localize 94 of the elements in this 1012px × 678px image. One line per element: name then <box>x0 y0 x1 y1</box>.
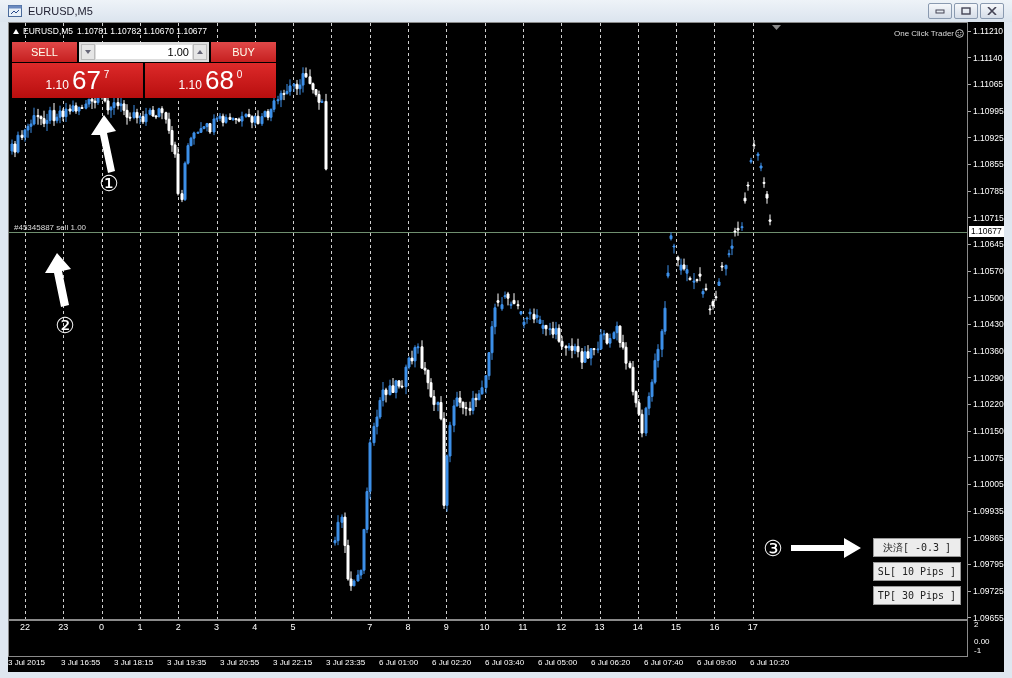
maximize-button[interactable] <box>954 3 978 19</box>
time-axis-label: 6 Jul 01:00 <box>379 658 419 667</box>
sell-button[interactable]: SELL <box>12 42 77 62</box>
ohlc-values: 1.10781 1.10782 1.10670 1.10677 <box>77 26 208 36</box>
price-axis-label: 1.09795 <box>973 559 1004 570</box>
price-axis-label: 1.10715 <box>973 212 1004 223</box>
time-axis-label: 6 Jul 09:00 <box>697 658 737 667</box>
price-axis-label: 1.10290 <box>973 372 1004 383</box>
price-axis-label: 1.10925 <box>973 132 1004 143</box>
price-axis-label: 1.11210 <box>973 26 1004 36</box>
hour-label: 5 <box>290 622 296 632</box>
hour-label: 15 <box>671 622 682 632</box>
price-axis-label: 1.10005 <box>973 479 1004 490</box>
time-axis-label: 6 Jul 07:40 <box>644 658 684 667</box>
price-axis-label: 1.11065 <box>973 79 1004 90</box>
hour-label: 9 <box>443 622 449 632</box>
indicator-axis-label: 2 <box>974 620 979 629</box>
time-axis-label: 6 Jul 10:20 <box>750 658 790 667</box>
price-axis-label: 1.09865 <box>973 532 1004 543</box>
close-icon <box>987 7 997 15</box>
annotation-arrow <box>91 115 116 173</box>
buy-price-button[interactable]: 1.10 68$^{0}$ <box>145 63 276 98</box>
maximize-icon <box>961 7 971 15</box>
annotation-arrow <box>45 253 71 307</box>
price-axis-label: 1.10360 <box>973 346 1004 357</box>
indicator-axis-label: -1 <box>974 646 983 655</box>
action-button[interactable]: SL[ 10 Pips ] <box>873 562 961 581</box>
hour-label: 11 <box>518 622 528 632</box>
hour-label: 17 <box>747 622 758 632</box>
lot-up-button[interactable] <box>193 44 207 60</box>
up-triangle-icon <box>197 50 203 54</box>
annotation-arrow <box>791 538 861 558</box>
minimize-icon <box>935 7 945 15</box>
time-axis-label: 3 Jul 20:55 <box>220 658 260 667</box>
window-title: EURUSD,M5 <box>28 5 93 17</box>
price-axis-label: 1.10995 <box>973 106 1004 116</box>
triangle-icon[interactable] <box>772 25 781 30</box>
annotation-number: ① <box>99 173 119 195</box>
time-axis-label: 3 Jul 16:55 <box>61 658 101 667</box>
price-axis-label: 1.10855 <box>973 159 1004 170</box>
buy-button[interactable]: BUY <box>211 42 276 62</box>
annotation-number: ③ <box>763 538 783 560</box>
close-button[interactable] <box>980 3 1004 19</box>
triangle-icon[interactable] <box>13 28 19 34</box>
lot-down-button[interactable] <box>81 44 95 60</box>
price-axis-label: 1.10075 <box>973 452 1004 463</box>
hour-label: 13 <box>594 622 605 632</box>
time-axis-label: 3 Jul 18:15 <box>114 658 154 667</box>
price-axis-label: 1.10570 <box>973 266 1004 277</box>
hour-label: 14 <box>632 622 643 632</box>
price-axis-label: 1.09725 <box>973 586 1004 597</box>
hour-label: 3 <box>214 622 219 632</box>
one-click-trader-label: One Click Trader <box>893 29 954 38</box>
hour-label: 7 <box>367 622 373 632</box>
chart-symbol: EURUSD,M5 <box>23 26 74 36</box>
price-axis-label: 1.10430 <box>973 319 1004 330</box>
action-button[interactable]: TP[ 30 Pips ] <box>873 586 961 605</box>
time-axis-label: 3 Jul 22:15 <box>273 658 313 667</box>
hour-label: 10 <box>479 622 490 632</box>
time-axis-label: 3 Jul 19:35 <box>167 658 207 667</box>
price-axis-label: 1.09935 <box>973 506 1004 517</box>
hour-label: 2 <box>175 622 181 632</box>
chart-window-icon <box>8 5 22 17</box>
hour-label: 8 <box>405 622 411 632</box>
price-axis-label: 1.10785 <box>973 186 1004 197</box>
price-axis-label: 1.09655 <box>973 612 1004 623</box>
time-axis-label: 6 Jul 05:00 <box>538 658 578 667</box>
time-axis-label: 6 Jul 06:20 <box>591 658 631 667</box>
time-axis-label: 6 Jul 02:20 <box>432 658 472 667</box>
time-axis-label: 3 Jul 2015 <box>8 658 45 667</box>
hour-label: 23 <box>58 622 69 632</box>
current-price-label: 1.10677 <box>969 226 1004 237</box>
hour-label: 22 <box>20 622 30 632</box>
annotation-number: ② <box>55 315 75 337</box>
position-label: #45345887 sell 1.00 <box>14 223 87 232</box>
price-axis-label: 1.10220 <box>973 399 1004 410</box>
lot-size-field[interactable]: 1.00 <box>96 45 192 59</box>
hour-label: 4 <box>252 622 258 632</box>
hour-label: 16 <box>709 622 720 632</box>
sell-price-button[interactable]: 1.10 67$^{7}$ <box>12 63 143 98</box>
hour-label: 0 <box>99 622 105 632</box>
hour-label: 1 <box>137 622 143 632</box>
hour-label: 12 <box>556 622 567 632</box>
down-triangle-icon <box>85 50 91 54</box>
smiley-icon <box>955 29 964 38</box>
price-axis-label: 1.11140 <box>973 52 1003 63</box>
time-axis-label: 6 Jul 03:40 <box>485 658 525 667</box>
time-axis-label: 3 Jul 23:35 <box>326 658 366 667</box>
minimize-button[interactable] <box>928 3 952 19</box>
indicator-axis-label: 0.00 <box>974 637 991 646</box>
price-axis-label: 1.10500 <box>973 292 1004 303</box>
price-axis-label: 1.10150 <box>973 426 1004 437</box>
price-axis-label: 1.10645 <box>973 239 1004 250</box>
action-button[interactable]: 決済[ -0.3 ] <box>873 538 961 557</box>
